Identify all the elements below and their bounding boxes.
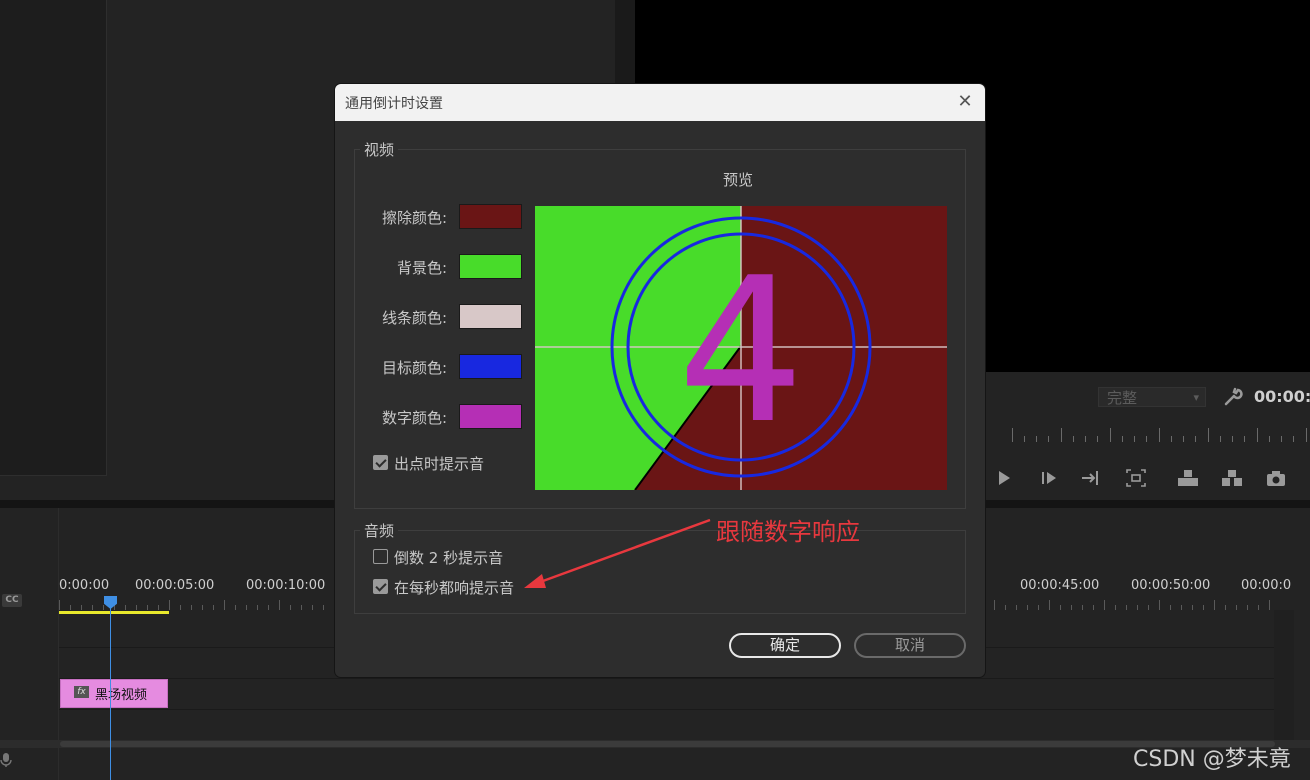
watermark: CSDN @梦未竟 — [1133, 747, 1291, 772]
annotation-arrow — [524, 518, 711, 588]
